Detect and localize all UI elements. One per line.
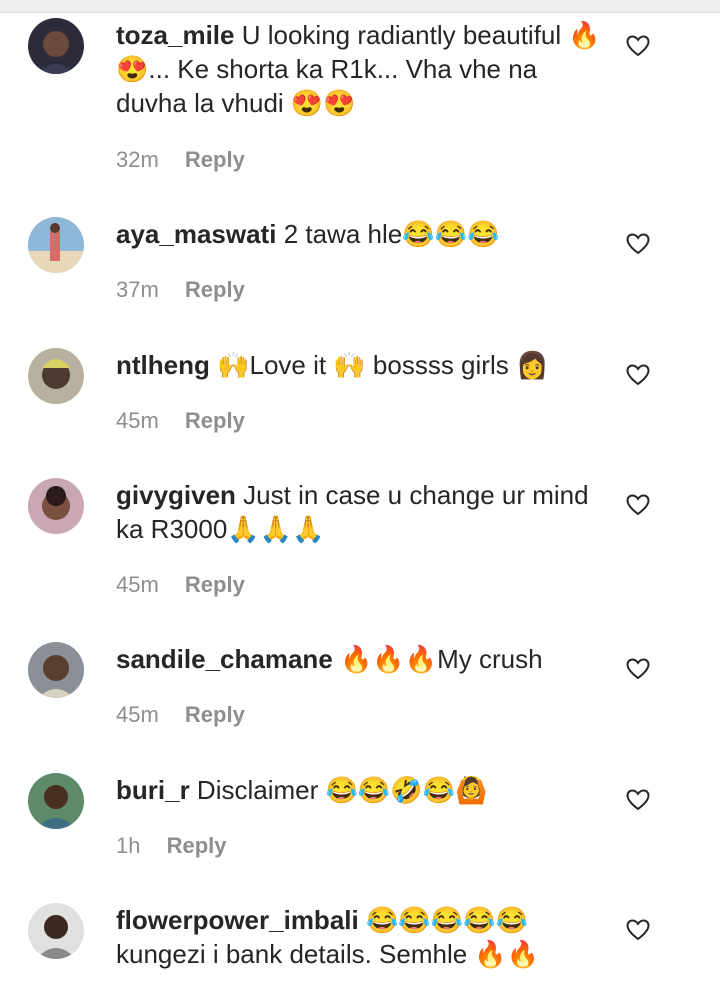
- comment-body: toza_mile U looking radiantly beautiful …: [116, 18, 606, 120]
- like-heart-icon[interactable]: [626, 789, 650, 811]
- comment-text: 🙌Love it 🙌 bossss girls 👩: [217, 350, 549, 380]
- comment-time: 37m: [116, 277, 159, 302]
- comment-meta: 45m Reply: [116, 572, 245, 598]
- comment-text: 2 tawa hle😂😂😂: [283, 219, 500, 249]
- comment-username[interactable]: sandile_chamane: [116, 644, 333, 674]
- reply-button[interactable]: Reply: [185, 147, 245, 172]
- comment-body: sandile_chamane 🔥🔥🔥My crush: [116, 642, 606, 676]
- like-heart-icon[interactable]: [626, 658, 650, 680]
- avatar[interactable]: [28, 18, 84, 74]
- avatar[interactable]: [28, 217, 84, 273]
- like-heart-icon[interactable]: [626, 35, 650, 57]
- avatar[interactable]: [28, 903, 84, 959]
- comment-text: Disclaimer 😂😂🤣😂🙆: [196, 775, 488, 805]
- comment-meta: 45m Reply: [116, 408, 245, 434]
- comment-text: 🔥🔥🔥My crush: [340, 644, 543, 674]
- comment-username[interactable]: buri_r: [116, 775, 190, 805]
- reply-button[interactable]: Reply: [167, 833, 227, 858]
- comment-body: buri_r Disclaimer 😂😂🤣😂🙆: [116, 773, 606, 807]
- comment-body: givygiven Just in case u change ur mind …: [116, 478, 606, 546]
- avatar[interactable]: [28, 478, 84, 534]
- comment-time: 45m: [116, 408, 159, 433]
- like-heart-icon[interactable]: [626, 364, 650, 386]
- comment-meta: 1h Reply: [116, 833, 227, 859]
- comment-username[interactable]: toza_mile: [116, 20, 235, 50]
- comment-time: 1h: [116, 833, 141, 858]
- comment-meta: 32m Reply: [116, 147, 245, 173]
- comment-meta: 45m Reply: [116, 702, 245, 728]
- comment-username[interactable]: givygiven: [116, 480, 236, 510]
- reply-button[interactable]: Reply: [185, 408, 245, 433]
- avatar[interactable]: [28, 773, 84, 829]
- reply-button[interactable]: Reply: [185, 702, 245, 727]
- comment-time: 45m: [116, 572, 159, 597]
- comment-time: 32m: [116, 147, 159, 172]
- comment-body: ntlheng 🙌Love it 🙌 bossss girls 👩: [116, 348, 606, 382]
- like-heart-icon[interactable]: [626, 919, 650, 941]
- top-divider-bar: [0, 0, 720, 13]
- comment-username[interactable]: aya_maswati: [116, 219, 276, 249]
- reply-button[interactable]: Reply: [185, 277, 245, 302]
- like-heart-icon[interactable]: [626, 494, 650, 516]
- comment-time: 45m: [116, 702, 159, 727]
- avatar[interactable]: [28, 348, 84, 404]
- comment-username[interactable]: ntlheng: [116, 350, 210, 380]
- comment-username[interactable]: flowerpower_imbali: [116, 905, 359, 935]
- comment-body: flowerpower_imbali 😂😂😂😂😂 kungezi i bank …: [116, 903, 606, 971]
- like-heart-icon[interactable]: [626, 233, 650, 255]
- reply-button[interactable]: Reply: [185, 572, 245, 597]
- comment-body: aya_maswati 2 tawa hle😂😂😂: [116, 217, 606, 251]
- avatar[interactable]: [28, 642, 84, 698]
- comment-meta: 37m Reply: [116, 277, 245, 303]
